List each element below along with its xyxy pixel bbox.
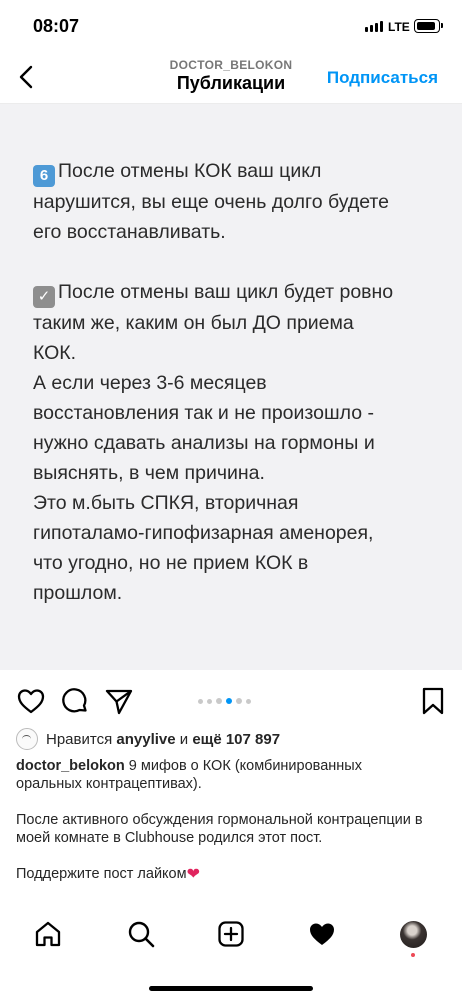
nav-header: DOCTOR_BELOKON Публикации Подписаться	[0, 52, 462, 104]
heart-icon[interactable]	[16, 686, 46, 716]
carousel-dot	[198, 698, 203, 704]
battery-icon	[414, 19, 443, 33]
likes-count[interactable]: ещё 107 897	[192, 731, 280, 748]
post-slide-text: 6 После отмены КОК ваш цикл нарушится, вы…	[33, 156, 437, 608]
notification-dot	[411, 953, 415, 957]
search-icon[interactable]	[126, 919, 156, 949]
home-indicator[interactable]	[149, 986, 313, 991]
slide-paragraph-text: После отмены КОК ваш цикл нарушится, вы …	[33, 160, 389, 243]
slide-paragraph: 6 После отмены КОК ваш цикл нарушится, вы…	[33, 156, 437, 247]
likes-prefix: Нравится	[46, 730, 113, 748]
keycap-six-icon: 6	[33, 165, 55, 187]
activity-heart-icon[interactable]	[307, 919, 337, 949]
post-actions	[0, 680, 462, 724]
caption-paragraph: doctor_belokon 9 мифов о КОК (комбиниров…	[16, 757, 428, 793]
carousel-dot-active	[226, 698, 232, 704]
carousel-dot	[216, 698, 222, 704]
post-caption: doctor_belokon 9 мифов о КОК (комбиниров…	[16, 757, 428, 884]
follow-button[interactable]: Подписаться	[327, 68, 438, 88]
carousel-dot	[246, 698, 251, 704]
carousel-dot	[236, 698, 242, 704]
bookmark-icon[interactable]	[418, 686, 448, 716]
add-post-icon[interactable]	[216, 919, 246, 949]
carousel-dot	[207, 698, 212, 704]
red-heart-icon: ❤	[186, 866, 200, 883]
profile-avatar[interactable]	[400, 921, 427, 948]
caption-paragraph: После активного обсуждения гормональной …	[16, 812, 423, 846]
status-time: 08:07	[33, 16, 80, 36]
share-icon[interactable]	[104, 686, 134, 716]
liker-username[interactable]: anyylive	[116, 731, 175, 748]
slide-paragraph-text: После отмены ваш цикл будет ровно таким …	[33, 281, 394, 604]
carousel-indicator	[198, 698, 251, 704]
slide-paragraph: ✓ После отмены ваш цикл будет ровно таким…	[33, 277, 437, 608]
checkbox-icon: ✓	[33, 286, 55, 308]
caption-text: Поддержите пост лайком	[16, 866, 187, 882]
comment-icon[interactable]	[60, 686, 90, 716]
network-label: LTE	[388, 20, 410, 34]
caption-username[interactable]: doctor_belokon	[16, 758, 125, 774]
signal-icon	[365, 21, 383, 32]
avatar[interactable]	[16, 728, 38, 750]
caption-paragraph: Поддержите пост лайком❤	[16, 865, 428, 884]
likes-row[interactable]: Нравится anyylive и ещё 107 897	[16, 727, 280, 751]
post-image[interactable]: 6 После отмены КОК ваш цикл нарушится, вы…	[0, 104, 462, 670]
home-icon[interactable]	[33, 919, 63, 949]
status-bar: 08:07 LTE	[0, 0, 462, 52]
likes-conjunction: и	[179, 730, 189, 748]
